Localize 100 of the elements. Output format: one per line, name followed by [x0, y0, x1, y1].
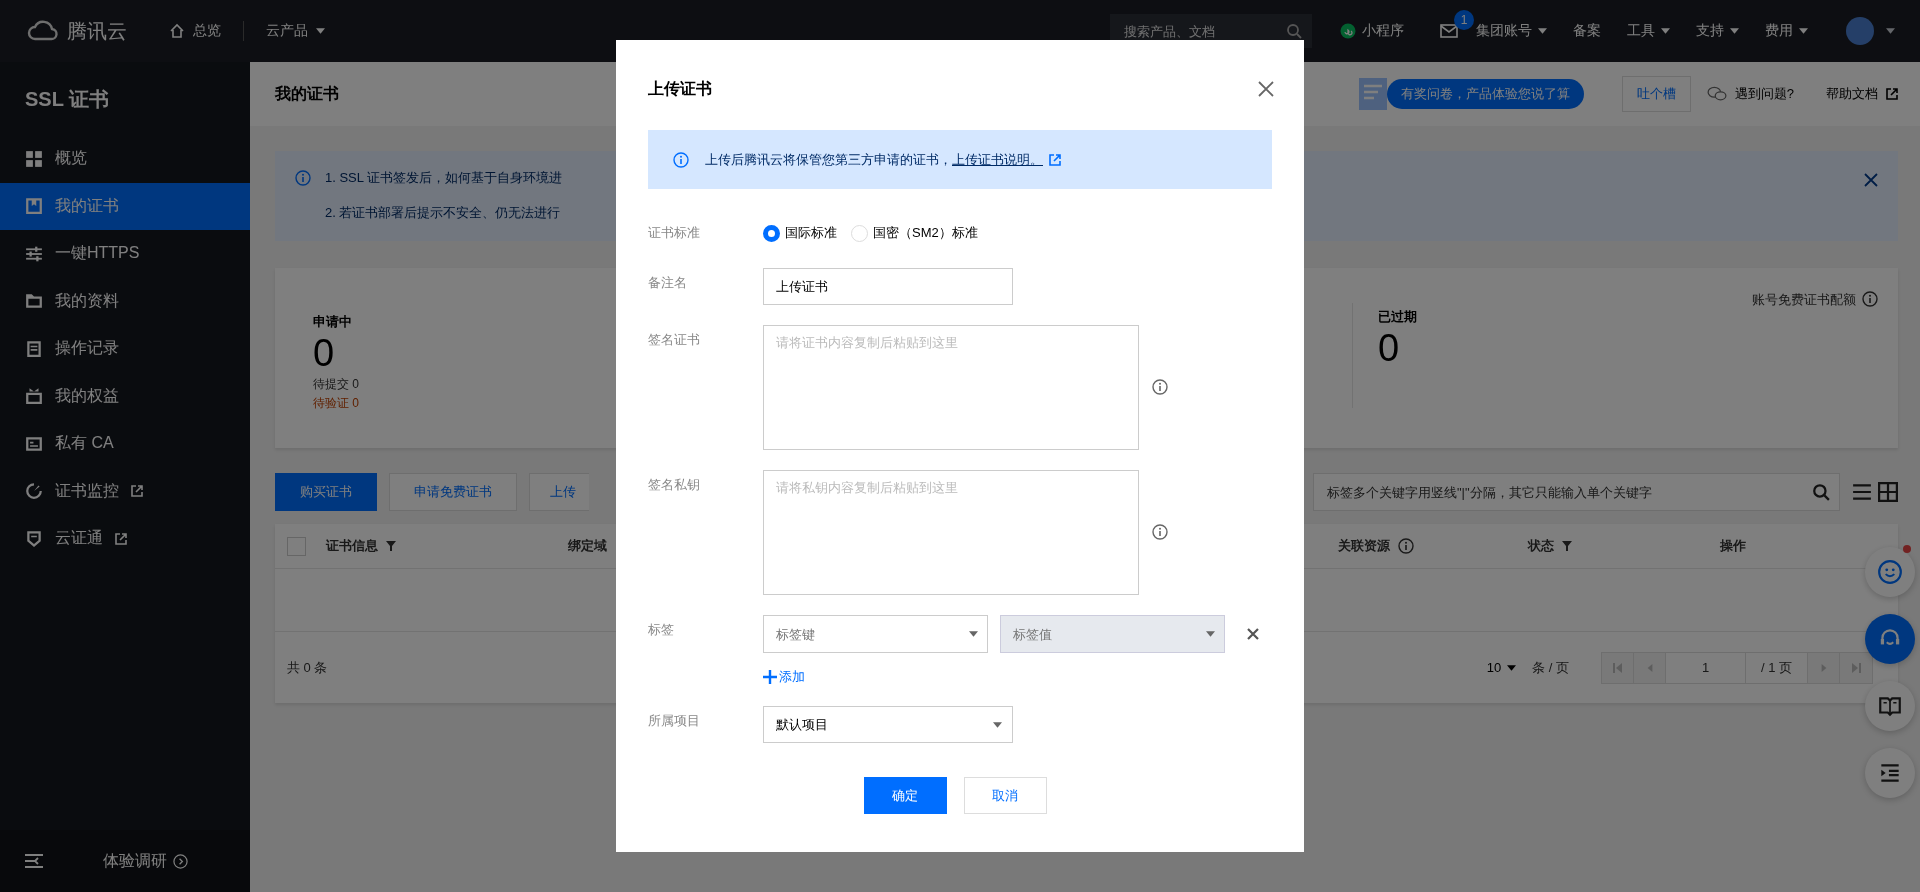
close-icon[interactable] — [1864, 173, 1878, 187]
filter-icon[interactable] — [386, 541, 396, 551]
page-title: 我的证书 — [275, 83, 339, 104]
overview-link[interactable]: 总览 — [169, 22, 221, 40]
info-text: 上传后腾讯云将保管您第三方申请的证书， — [705, 150, 952, 169]
column-header: 状态 — [1528, 537, 1554, 555]
add-tag-link[interactable]: 添加 — [763, 668, 805, 686]
top-menu-link[interactable]: 备案 — [1573, 22, 1601, 40]
caret-icon — [1206, 631, 1215, 637]
info-icon — [295, 170, 311, 186]
sidebar-item[interactable]: 概览 — [0, 135, 250, 183]
shield-icon — [25, 529, 43, 548]
keyword-search-field[interactable]: 标签多个关键字用竖线"|"分隔，其它只能输入单个关键字 — [1313, 473, 1840, 511]
toolbar-button[interactable]: 申请免费证书 — [389, 473, 517, 511]
column-header: 操作 — [1720, 537, 1746, 555]
field-label: 备注名 — [648, 274, 688, 292]
sidebar-title: SSL 证书 — [24, 87, 111, 112]
field-label: 证书标准 — [648, 224, 701, 242]
page-size-select[interactable]: 10 — [1486, 660, 1517, 675]
top-menu-link[interactable]: 支持 — [1696, 22, 1739, 40]
field-label: 标签 — [648, 621, 675, 639]
per-page-label: 条 / 页 — [1532, 658, 1569, 677]
external-link-icon — [1049, 153, 1061, 166]
caret-icon — [316, 28, 325, 34]
sidebar-item[interactable]: 我的资料 — [0, 277, 250, 325]
stat-detail: 待验证 0 — [313, 395, 359, 412]
notice-text: 2. 若证书部署后提示不安全、仍无法进行 — [325, 204, 562, 222]
tag-value-select[interactable]: 标签值 — [1000, 615, 1225, 653]
logo-text[interactable]: 腾讯云 — [67, 17, 127, 45]
total-count: 共 0 条 — [287, 658, 328, 677]
stat-value: 0 — [313, 331, 336, 375]
radio-option[interactable]: 国际标准 — [763, 224, 837, 242]
paste-text-area[interactable]: 请将证书内容复制后粘贴到这里 — [763, 325, 1139, 450]
top-menu-link[interactable]: 工具 — [1627, 22, 1670, 40]
stat-value: 0 — [1378, 326, 1401, 370]
radio-option[interactable]: 国密（SM2）标准 — [851, 224, 978, 242]
survey-link[interactable]: 体验调研 — [103, 850, 188, 872]
home-icon — [169, 23, 185, 39]
info-icon — [1152, 379, 1168, 395]
notice-text: 1. SSL 证书签发后，如何基于自身环境进 — [325, 169, 563, 187]
stat-title: 申请中 — [313, 313, 353, 331]
dialog-title: 上传证书 — [648, 78, 712, 99]
chevron-circle-icon — [173, 853, 188, 869]
grid-icon — [25, 149, 43, 168]
filter-icon[interactable] — [1562, 541, 1572, 551]
info-icon — [673, 151, 689, 168]
cancel-button[interactable]: 取消 — [963, 777, 1047, 814]
cloud-logo-icon — [25, 19, 61, 43]
mail-icon[interactable] — [1440, 24, 1458, 38]
quota-label: 账号免费证书配额 — [1752, 291, 1856, 309]
help-link[interactable]: 遇到问题? — [1706, 85, 1794, 103]
folder-icon — [25, 292, 43, 311]
field-label: 签名证书 — [648, 331, 701, 349]
mini-program-link[interactable]: 小程序 — [1340, 22, 1404, 40]
close-icon[interactable] — [1258, 81, 1274, 97]
top-menu-link[interactable]: 集团账号 — [1476, 22, 1547, 40]
gift-icon — [25, 387, 43, 406]
caret-icon — [1886, 28, 1895, 34]
gauge-icon — [25, 482, 43, 501]
collapse-menu-icon[interactable] — [25, 854, 43, 868]
project-select[interactable]: 默认项目 — [763, 706, 1013, 743]
top-menu-link[interactable]: 费用 — [1765, 22, 1808, 40]
toolbar-button[interactable]: 上传 — [529, 473, 589, 511]
field-label: 签名私钥 — [648, 476, 701, 494]
products-menu[interactable]: 云产品 — [266, 22, 325, 40]
list-view-icon[interactable] — [1852, 482, 1872, 502]
delete-icon[interactable] — [1247, 628, 1259, 640]
sidebar-item[interactable]: 操作记录 — [0, 325, 250, 373]
search-icon[interactable] — [1812, 483, 1830, 501]
help-docs-link[interactable]: 帮助文档 — [1826, 85, 1898, 103]
remark-name-field[interactable]: 上传证书 — [763, 268, 1013, 305]
chat-bubbles-icon — [1706, 86, 1727, 102]
sliders-icon — [25, 244, 43, 263]
search-icon[interactable] — [1286, 23, 1302, 39]
caret-icon — [969, 631, 978, 637]
grid-view-icon[interactable] — [1878, 482, 1898, 502]
external-link-icon — [1886, 88, 1898, 100]
toolbar-button[interactable]: 购买证书 — [275, 473, 377, 511]
select-all-checkbox[interactable] — [287, 536, 306, 556]
sidebar-item[interactable]: 私有 CA — [0, 420, 250, 468]
radio-button[interactable] — [763, 224, 780, 242]
tag-key-select[interactable]: 标签键 — [763, 615, 988, 653]
certificate-icon — [25, 434, 43, 453]
confirm-button[interactable]: 确定 — [863, 777, 947, 814]
mini-program-icon — [1340, 23, 1356, 39]
feedback-button[interactable]: 吐个槽 — [1621, 76, 1691, 112]
info-icon — [1862, 291, 1878, 307]
page-input[interactable]: 1 — [1666, 652, 1746, 683]
sidebar-item[interactable]: 我的证书 — [0, 182, 250, 230]
smiley-icon — [1877, 559, 1903, 585]
sidebar-item[interactable]: 证书监控 — [0, 467, 250, 515]
sidebar-item[interactable]: 一键HTTPS — [0, 230, 250, 278]
sidebar-item[interactable]: 我的权益 — [0, 372, 250, 420]
survey-banner[interactable]: 有奖问卷，产品体验您说了算 — [1386, 79, 1584, 109]
sidebar-item[interactable]: 云证通 — [0, 515, 250, 563]
caret-icon — [1507, 664, 1517, 671]
upload-guide-link[interactable]: 上传证书说明。 — [952, 150, 1043, 169]
paste-text-area[interactable]: 请将私钥内容复制后粘贴到这里 — [763, 470, 1139, 595]
column-header: 绑定域 — [568, 537, 607, 555]
field-label: 所属项目 — [648, 712, 701, 730]
